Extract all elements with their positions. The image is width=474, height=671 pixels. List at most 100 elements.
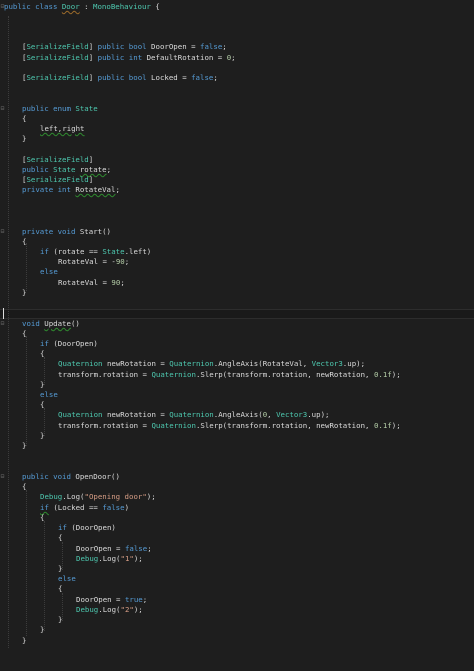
code-token: }: [22, 134, 27, 143]
code-token: else: [58, 574, 76, 583]
code-line[interactable]: {: [22, 482, 26, 492]
code-token: ]: [88, 155, 94, 164]
code-line[interactable]: RotateVal = 90;: [58, 278, 125, 288]
code-line[interactable]: {: [22, 237, 26, 247]
code-token: }: [22, 441, 27, 450]
code-line[interactable]: else: [40, 267, 58, 277]
code-token: Quaternion: [58, 410, 103, 419]
code-token: public int: [97, 53, 143, 62]
code-line[interactable]: void Update(): [22, 319, 80, 329]
code-editor[interactable]: ⊟ ⊟ ⊟ ⊟ ⊟ public class Door : MonoBehavi…: [0, 0, 474, 671]
code-token: .up);: [307, 410, 330, 419]
code-line[interactable]: private void Start(): [22, 227, 111, 237]
code-line[interactable]: }: [40, 380, 44, 390]
code-token: Door: [61, 2, 80, 11]
fold-icon[interactable]: ⊟: [0, 472, 5, 482]
code-line[interactable]: Quaternion newRotation = Quaternion.Angl…: [58, 410, 329, 420]
code-line[interactable]: public void OpenDoor(): [22, 472, 120, 482]
code-line[interactable]: }: [40, 625, 44, 635]
code-line[interactable]: [SerializeField] public int DefaultRotat…: [22, 53, 236, 63]
code-line[interactable]: }: [40, 431, 44, 441]
code-line[interactable]: private int RotateVal;: [22, 185, 120, 195]
code-line[interactable]: else: [58, 574, 76, 584]
code-line[interactable]: Debug.Log("1");: [76, 554, 143, 564]
code-line[interactable]: DoorOpen = false;: [76, 544, 152, 554]
indent-guide: [26, 243, 27, 291]
code-token: (rotate ==: [48, 247, 103, 256]
code-line[interactable]: Quaternion newRotation = Quaternion.Angl…: [58, 359, 365, 369]
code-token: {: [40, 513, 45, 522]
code-line[interactable]: RotateVal = -90;: [58, 257, 129, 267]
code-token: }: [40, 380, 45, 389]
code-line[interactable]: left,right: [40, 124, 85, 134]
code-token: ;: [222, 42, 227, 51]
code-token: ]: [88, 42, 98, 51]
code-line[interactable]: }: [58, 564, 62, 574]
code-token: Start(): [79, 227, 112, 236]
code-token: newRotation =: [102, 410, 170, 419]
code-line[interactable]: public class Door : MonoBehaviour {: [4, 2, 160, 12]
code-token: }: [58, 564, 63, 573]
code-token: 90: [115, 257, 125, 266]
fold-icon[interactable]: ⊟: [0, 104, 5, 114]
code-line[interactable]: public enum State: [22, 104, 98, 114]
code-line[interactable]: [SerializeField] public bool DoorOpen = …: [22, 42, 227, 52]
code-line[interactable]: {: [22, 114, 26, 124]
code-line[interactable]: {: [40, 349, 44, 359]
code-token: SerializeField: [26, 53, 89, 62]
code-token: ;: [106, 165, 112, 174]
code-token: Quaternion: [169, 410, 214, 419]
code-token: .AngleAxis(: [213, 410, 263, 419]
code-line[interactable]: }: [22, 441, 26, 451]
code-token: ): [124, 503, 130, 512]
code-token: Quaternion: [58, 359, 103, 368]
code-token: DefaultRotation =: [142, 53, 227, 62]
code-token: transform.rotation =: [58, 370, 152, 379]
code-token: rotate: [79, 165, 107, 174]
code-token: private int: [22, 185, 76, 194]
code-token: }: [40, 431, 45, 440]
code-line[interactable]: [SerializeField]: [22, 175, 93, 185]
code-token: false: [200, 42, 223, 51]
code-line[interactable]: DoorOpen = true;: [76, 595, 147, 605]
code-line[interactable]: [SerializeField] public bool Locked = fa…: [22, 73, 218, 83]
fold-icon[interactable]: ⊟: [0, 319, 5, 329]
code-line[interactable]: if (rotate == State.left): [40, 247, 151, 257]
code-token: ]: [88, 53, 98, 62]
code-line[interactable]: }: [22, 288, 26, 298]
code-token: ;: [213, 73, 218, 82]
code-line[interactable]: if (DoorOpen): [58, 523, 116, 533]
code-token: (DoorOpen): [48, 339, 98, 348]
code-token: }: [58, 615, 63, 624]
code-token: DoorOpen =: [146, 42, 201, 51]
code-line[interactable]: Debug.Log("Opening door");: [40, 492, 156, 502]
code-line[interactable]: public State rotate;: [22, 165, 111, 175]
code-line[interactable]: {: [58, 584, 62, 594]
code-line[interactable]: {: [22, 329, 26, 339]
code-token: );: [146, 492, 156, 501]
code-line[interactable]: else: [40, 390, 58, 400]
code-line[interactable]: {: [58, 533, 62, 543]
code-token: "2": [120, 605, 134, 614]
fold-icon[interactable]: ⊟: [0, 227, 5, 237]
code-token: public class: [4, 2, 62, 11]
code-token: private void: [22, 227, 80, 236]
code-line[interactable]: if (DoorOpen): [40, 339, 98, 349]
code-token: OpenDoor(): [75, 472, 120, 481]
code-token: else: [40, 390, 58, 399]
code-token: {: [58, 533, 63, 542]
code-line[interactable]: [SerializeField]: [22, 155, 93, 165]
code-line[interactable]: }: [22, 134, 26, 144]
code-line[interactable]: {: [40, 513, 44, 523]
code-line[interactable]: }: [22, 636, 26, 646]
code-line[interactable]: }: [58, 615, 62, 625]
code-token: {: [150, 2, 160, 11]
code-line[interactable]: Debug.Log("2");: [76, 605, 143, 615]
code-line[interactable]: transform.rotation = Quaternion.Slerp(tr…: [58, 370, 401, 380]
code-line[interactable]: if (Locked == false): [40, 503, 129, 513]
code-line[interactable]: transform.rotation = Quaternion.Slerp(tr…: [58, 421, 401, 431]
code-token: 90: [111, 278, 121, 287]
code-token: {: [22, 329, 27, 338]
code-line[interactable]: {: [40, 400, 44, 410]
code-token: .Slerp(transform.rotation, newRotation,: [195, 370, 374, 379]
